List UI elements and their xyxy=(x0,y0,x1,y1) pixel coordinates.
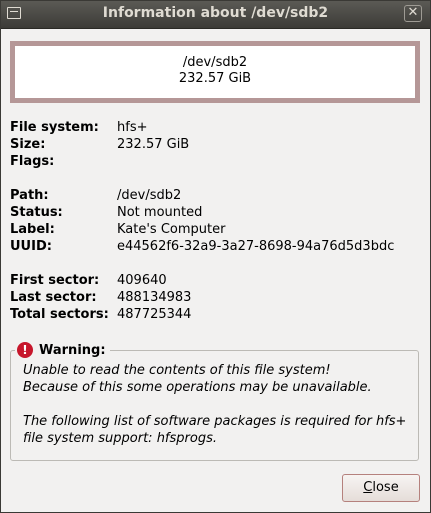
warning-title: Warning: xyxy=(39,342,106,358)
window-close-icon[interactable]: ✕ xyxy=(404,5,422,22)
partition-graphic: /dev/sdb2 232.57 GiB xyxy=(10,41,420,103)
size-label: Size: xyxy=(10,137,46,152)
last-sector-value: 488134983 xyxy=(117,290,192,305)
close-button-mnemonic: C xyxy=(363,480,373,495)
uuid-label: UUID: xyxy=(10,239,52,254)
partition-graphic-inner: /dev/sdb2 232.57 GiB xyxy=(15,46,415,98)
warning-message-line-3: The following list of software packages … xyxy=(23,414,407,429)
error-icon: ! xyxy=(17,342,33,358)
total-sectors-label: Total sectors: xyxy=(10,307,109,322)
first-sector-value: 409640 xyxy=(117,273,167,288)
window-title: Information about /dev/sdb2 xyxy=(102,5,329,21)
size-value: 232.57 GiB xyxy=(117,137,190,152)
close-button[interactable]: Close xyxy=(342,474,420,502)
status-value: Not mounted xyxy=(117,205,203,220)
warning-message-line-1: Unable to read the contents of this file… xyxy=(23,363,331,378)
last-sector-label: Last sector: xyxy=(10,290,97,305)
partition-path: /dev/sdb2 xyxy=(182,55,248,70)
partition-size: 232.57 GiB xyxy=(178,71,252,86)
close-button-label: lose xyxy=(372,480,399,495)
total-sectors-value: 487725344 xyxy=(117,307,192,322)
info-dialog: Information about /dev/sdb2 ✕ /dev/sdb2 … xyxy=(0,0,431,513)
path-value: /dev/sdb2 xyxy=(117,188,182,203)
fs-label-value: Kate's Computer xyxy=(117,222,226,237)
filesystem-label: File system: xyxy=(10,120,99,135)
path-label: Path: xyxy=(10,188,49,203)
warning-message-line-2: Because of this some operations may be u… xyxy=(23,380,372,395)
warning-message-line-4: file system support: hfsprogs. xyxy=(23,431,217,446)
warning-header: ! Warning: xyxy=(15,340,110,360)
status-label: Status: xyxy=(10,205,63,220)
fs-label-label: Label: xyxy=(10,222,55,237)
flags-label: Flags: xyxy=(10,154,55,169)
first-sector-label: First sector: xyxy=(10,273,100,288)
uuid-value: e44562f6-32a9-3a27-8698-94a76d5d3bdc xyxy=(117,239,395,254)
title-bar[interactable]: Information about /dev/sdb2 ✕ xyxy=(1,1,430,29)
filesystem-value: hfs+ xyxy=(117,120,148,135)
